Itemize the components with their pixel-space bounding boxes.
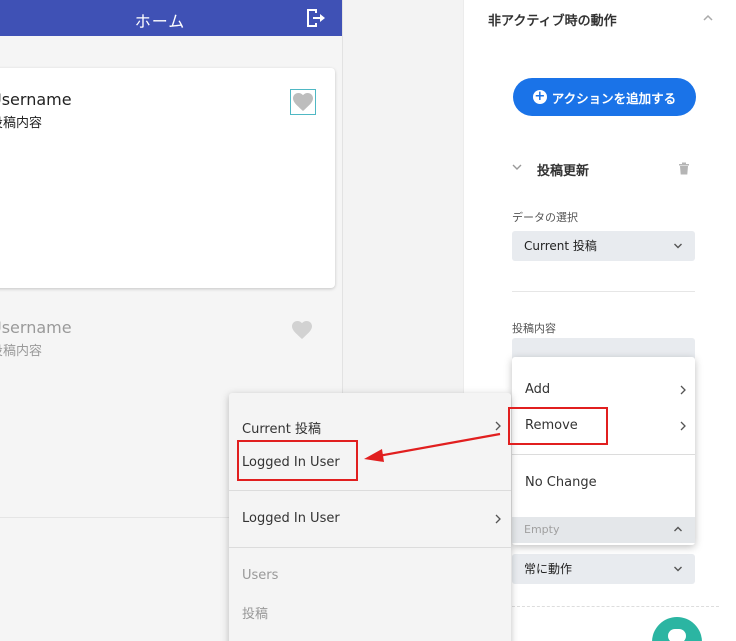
menu-separator [229,547,511,548]
data-select[interactable]: Current 投稿 [512,231,695,261]
heart-icon[interactable] [290,318,314,342]
menu-separator [512,454,695,455]
app-bar-title: ホーム [134,12,186,31]
highlight-box [508,407,608,445]
menu-item-posts[interactable]: 投稿 [242,603,268,622]
empty-select[interactable]: Empty [512,517,695,543]
data-select-label: データの選択 [512,211,578,224]
menu-item-current-post[interactable]: Current 投稿 [242,418,321,437]
logout-icon[interactable] [304,7,326,29]
chevron-right-icon [680,421,686,431]
data-source-menu: Current 投稿 Logged In User Logged In User… [229,393,511,641]
menu-item-users[interactable]: Users [242,568,278,583]
plus-circle-icon: + [532,89,547,104]
chevron-right-icon [495,421,501,431]
empty-label: Empty [524,523,560,536]
post-username: Username [0,318,72,337]
chevron-up-icon [674,526,682,532]
data-select-value: Current 投稿 [524,239,597,253]
menu-item-no-change[interactable]: No Change [525,475,597,490]
post-content: 投稿内容 [0,116,43,131]
highlight-box [237,440,358,481]
menu-item-logged-in-user-sub[interactable]: Logged In User [242,511,340,526]
content-field-label: 投稿内容 [512,322,556,335]
chat-button[interactable] [652,617,702,641]
menu-separator [229,490,511,491]
divider [512,606,719,607]
heart-icon[interactable] [290,89,316,115]
panel-title: 非アクティブ時の動作 [488,14,617,29]
chat-icon [668,629,686,641]
chevron-right-icon [495,514,501,524]
chevron-down-icon [674,243,682,249]
chevron-down-icon[interactable] [512,162,522,172]
menu-item-add[interactable]: Add [525,382,550,397]
app-bar: ホーム [0,0,342,36]
trigger-select-value: 常に動作 [524,562,573,576]
divider [512,291,695,292]
add-action-button[interactable]: + アクションを追加する [513,78,696,116]
action-type-menu: Add Remove No Change Empty [512,357,695,545]
trigger-select[interactable]: 常に動作 [512,554,695,584]
post-card[interactable]: Username 投稿内容 [0,68,335,288]
section-title: 投稿更新 [537,164,590,179]
post-content: 投稿内容 [0,344,43,359]
chevron-up-icon[interactable] [702,12,714,24]
chevron-right-icon [680,385,686,395]
add-action-label: アクションを追加する [551,90,677,106]
post-username: Username [0,90,72,109]
trash-icon[interactable] [678,162,690,175]
chevron-down-icon [674,566,682,572]
